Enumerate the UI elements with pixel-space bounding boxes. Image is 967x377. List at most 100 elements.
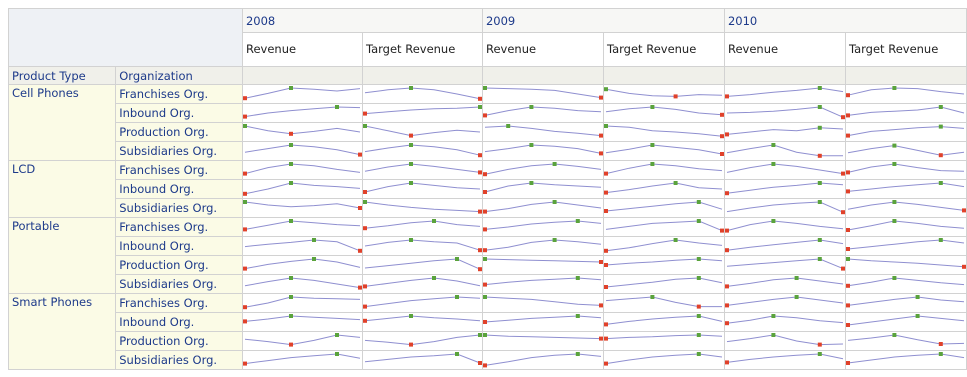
sparkline-cell[interactable] — [844, 141, 967, 161]
sparkline-cell[interactable] — [602, 236, 725, 256]
sparkline-cell[interactable] — [361, 122, 483, 142]
sparkline-cell[interactable] — [241, 179, 363, 199]
sparkline-cell[interactable] — [723, 103, 846, 123]
organization-cell[interactable]: Subsidiaries Org. — [115, 350, 243, 370]
sparkline-cell[interactable] — [241, 84, 363, 104]
sparkline-cell[interactable] — [361, 293, 483, 313]
sparkline-cell[interactable] — [481, 160, 604, 180]
sparkline-cell[interactable] — [241, 312, 363, 332]
organization-cell[interactable]: Subsidiaries Org. — [115, 274, 243, 294]
measure-header-revenue[interactable]: Revenue — [241, 32, 363, 67]
sparkline-cell[interactable] — [723, 198, 846, 218]
sparkline-cell[interactable] — [844, 160, 967, 180]
organization-cell[interactable]: Franchises Org. — [115, 293, 243, 313]
sparkline-cell[interactable] — [361, 160, 483, 180]
product-type-cell[interactable]: Cell Phones — [7, 84, 117, 161]
sparkline-cell[interactable] — [481, 236, 604, 256]
sparkline-cell[interactable] — [602, 331, 725, 351]
organization-cell[interactable]: Inbound Org. — [115, 312, 243, 332]
measure-header-target-revenue[interactable]: Target Revenue — [844, 32, 967, 67]
product-type-cell[interactable]: LCD — [7, 160, 117, 218]
sparkline-cell[interactable] — [602, 255, 725, 275]
sparkline-cell[interactable] — [602, 350, 725, 370]
sparkline-cell[interactable] — [844, 198, 967, 218]
sparkline-cell[interactable] — [241, 293, 363, 313]
sparkline-cell[interactable] — [723, 312, 846, 332]
sparkline-cell[interactable] — [602, 122, 725, 142]
sparkline-cell[interactable] — [361, 103, 483, 123]
sparkline-cell[interactable] — [844, 255, 967, 275]
measure-header-target-revenue[interactable]: Target Revenue — [361, 32, 483, 67]
sparkline-cell[interactable] — [481, 103, 604, 123]
sparkline-cell[interactable] — [481, 293, 604, 313]
sparkline-cell[interactable] — [602, 274, 725, 294]
sparkline-cell[interactable] — [602, 141, 725, 161]
year-header-2009[interactable]: 2009 — [481, 8, 725, 33]
sparkline-cell[interactable] — [241, 160, 363, 180]
sparkline-cell[interactable] — [481, 312, 604, 332]
sparkline-cell[interactable] — [844, 103, 967, 123]
organization-cell[interactable]: Subsidiaries Org. — [115, 141, 243, 161]
sparkline-cell[interactable] — [602, 103, 725, 123]
sparkline-cell[interactable] — [723, 236, 846, 256]
sparkline-cell[interactable] — [844, 84, 967, 104]
sparkline-cell[interactable] — [723, 84, 846, 104]
sparkline-cell[interactable] — [481, 122, 604, 142]
sparkline-cell[interactable] — [241, 236, 363, 256]
sparkline-cell[interactable] — [481, 255, 604, 275]
sparkline-cell[interactable] — [241, 122, 363, 142]
sparkline-cell[interactable] — [481, 84, 604, 104]
sparkline-cell[interactable] — [844, 236, 967, 256]
sparkline-cell[interactable] — [241, 274, 363, 294]
sparkline-cell[interactable] — [241, 217, 363, 237]
sparkline-cell[interactable] — [361, 198, 483, 218]
sparkline-cell[interactable] — [602, 293, 725, 313]
sparkline-cell[interactable] — [723, 217, 846, 237]
sparkline-cell[interactable] — [844, 350, 967, 370]
sparkline-cell[interactable] — [361, 255, 483, 275]
sparkline-cell[interactable] — [361, 236, 483, 256]
sparkline-cell[interactable] — [361, 331, 483, 351]
sparkline-cell[interactable] — [844, 331, 967, 351]
sparkline-cell[interactable] — [844, 179, 967, 199]
sparkline-cell[interactable] — [241, 198, 363, 218]
sparkline-cell[interactable] — [361, 274, 483, 294]
sparkline-cell[interactable] — [361, 179, 483, 199]
sparkline-cell[interactable] — [481, 331, 604, 351]
sparkline-cell[interactable] — [481, 198, 604, 218]
sparkline-cell[interactable] — [481, 217, 604, 237]
measure-header-target-revenue[interactable]: Target Revenue — [602, 32, 725, 67]
organization-header[interactable]: Organization — [115, 66, 243, 85]
sparkline-cell[interactable] — [723, 331, 846, 351]
sparkline-cell[interactable] — [241, 255, 363, 275]
product-type-cell[interactable]: Smart Phones — [7, 293, 117, 370]
sparkline-cell[interactable] — [361, 217, 483, 237]
sparkline-cell[interactable] — [723, 255, 846, 275]
organization-cell[interactable]: Production Org. — [115, 255, 243, 275]
sparkline-cell[interactable] — [361, 141, 483, 161]
sparkline-cell[interactable] — [602, 160, 725, 180]
year-header-2010[interactable]: 2010 — [723, 8, 967, 33]
organization-cell[interactable]: Inbound Org. — [115, 236, 243, 256]
sparkline-cell[interactable] — [723, 122, 846, 142]
sparkline-cell[interactable] — [844, 122, 967, 142]
product-type-header[interactable]: Product Type — [7, 66, 117, 85]
organization-cell[interactable]: Inbound Org. — [115, 103, 243, 123]
sparkline-cell[interactable] — [723, 274, 846, 294]
sparkline-cell[interactable] — [723, 350, 846, 370]
organization-cell[interactable]: Production Org. — [115, 122, 243, 142]
sparkline-cell[interactable] — [723, 179, 846, 199]
sparkline-cell[interactable] — [844, 312, 967, 332]
organization-cell[interactable]: Franchises Org. — [115, 160, 243, 180]
sparkline-cell[interactable] — [241, 350, 363, 370]
sparkline-cell[interactable] — [481, 141, 604, 161]
sparkline-cell[interactable] — [241, 103, 363, 123]
sparkline-cell[interactable] — [602, 312, 725, 332]
organization-cell[interactable]: Subsidiaries Org. — [115, 198, 243, 218]
sparkline-cell[interactable] — [241, 141, 363, 161]
product-type-cell[interactable]: Portable — [7, 217, 117, 294]
sparkline-cell[interactable] — [723, 141, 846, 161]
organization-cell[interactable]: Franchises Org. — [115, 84, 243, 104]
sparkline-cell[interactable] — [844, 217, 967, 237]
sparkline-cell[interactable] — [361, 312, 483, 332]
